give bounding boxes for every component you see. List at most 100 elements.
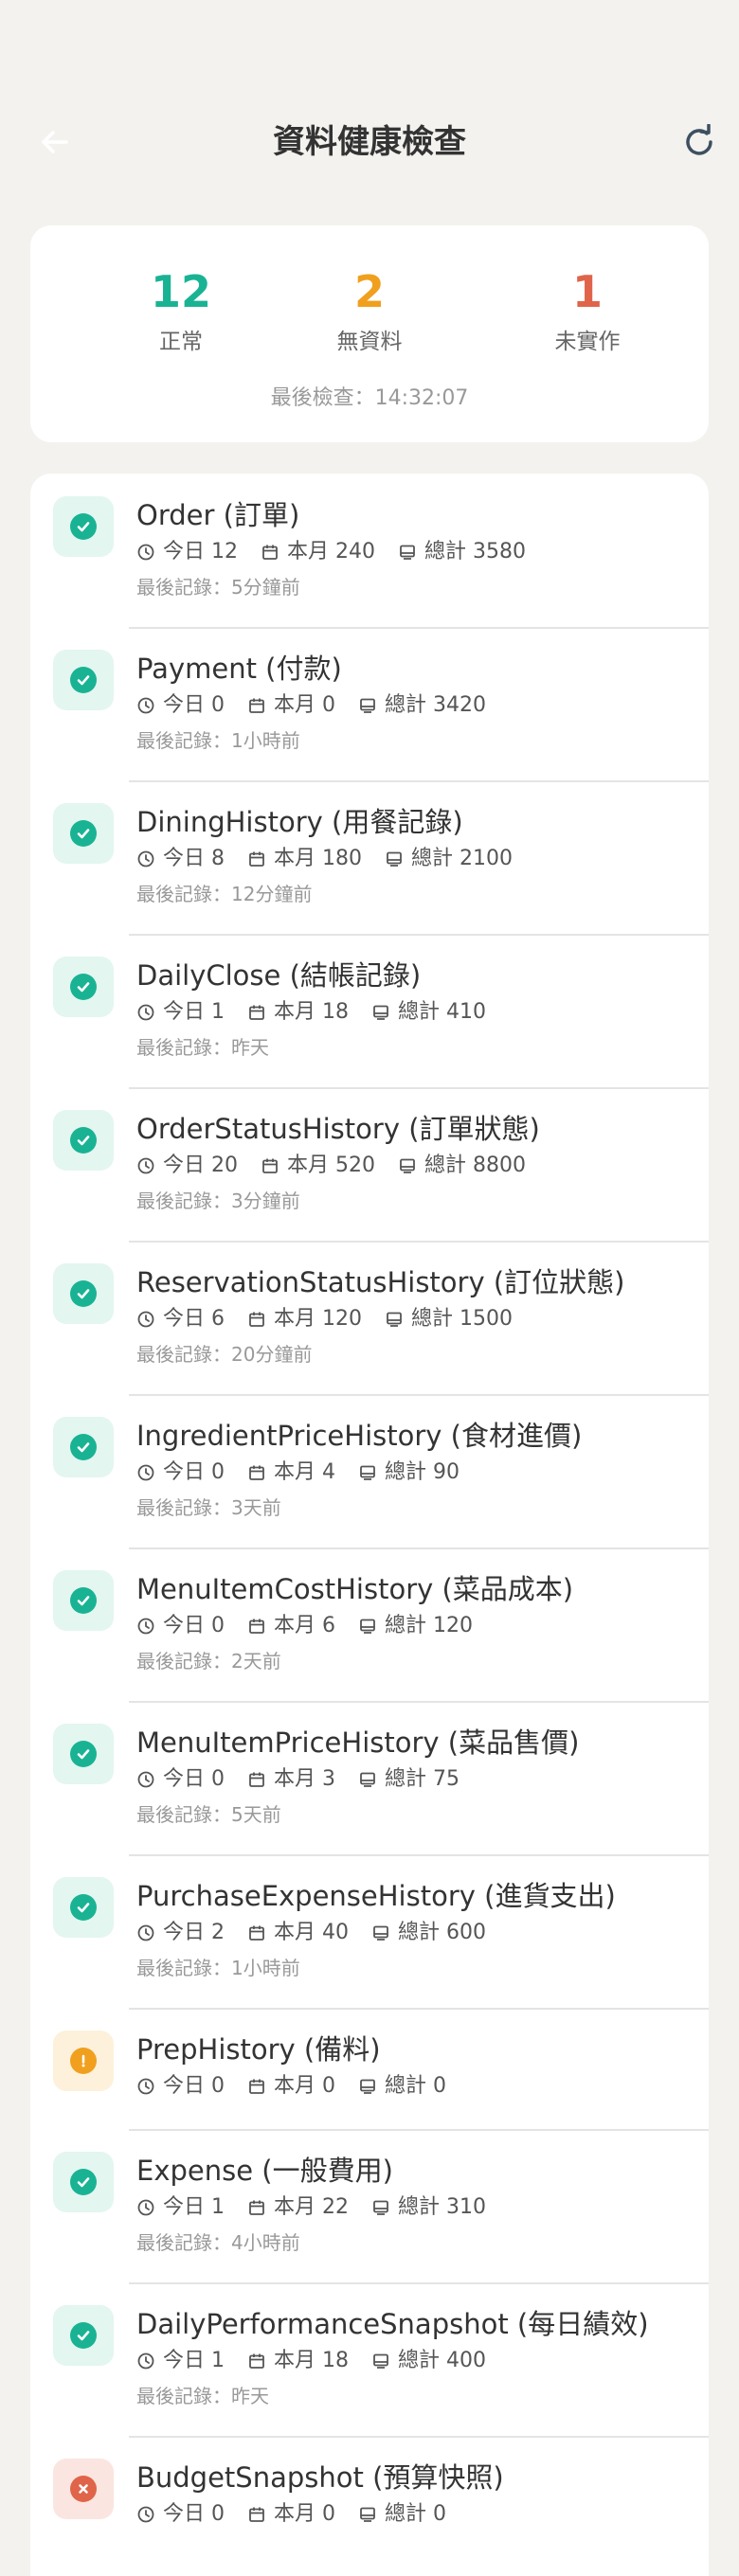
calendar-icon bbox=[249, 1005, 264, 1020]
database-icon bbox=[360, 1619, 375, 1634]
month-count: 本月 520 bbox=[287, 1154, 375, 1177]
item-title: Order (訂單) bbox=[136, 499, 300, 531]
calendar-icon bbox=[249, 1772, 264, 1787]
list-item[interactable]: Order (訂單) 今日 12 本月 240 總計 3580 最後記錄：5分鐘前 bbox=[30, 492, 709, 646]
stat-not-implemented-label: 未實作 bbox=[554, 330, 621, 354]
item-title: PrepHistory (備料) bbox=[136, 2033, 381, 2066]
check-circle-icon bbox=[70, 820, 97, 847]
database-icon bbox=[360, 2079, 375, 2094]
item-title: BudgetSnapshot (預算快照) bbox=[136, 2461, 504, 2494]
last-record: 最後記錄：12分鐘前 bbox=[136, 883, 313, 905]
last-record: 最後記錄：5分鐘前 bbox=[136, 576, 300, 599]
last-record: 最後記錄：4小時前 bbox=[136, 2231, 300, 2254]
today-count: 今日 8 bbox=[163, 847, 225, 870]
calendar-icon bbox=[262, 1158, 278, 1173]
list-item[interactable]: PurchaseExpenseHistory (進貨支出) 今日 2 本月 40 總計… bbox=[30, 1873, 709, 2027]
last-record: 最後記錄：5天前 bbox=[136, 1803, 281, 1826]
clock-icon bbox=[137, 2199, 154, 2216]
calendar-icon bbox=[249, 698, 264, 713]
calendar-icon bbox=[249, 1925, 264, 1941]
today-count: 今日 20 bbox=[163, 1154, 238, 1177]
month-count: 本月 0 bbox=[274, 693, 335, 717]
total-count: 總計 0 bbox=[385, 2074, 446, 2098]
month-count: 本月 0 bbox=[274, 2074, 335, 2098]
database-icon bbox=[373, 1925, 388, 1941]
clock-icon bbox=[137, 697, 154, 714]
divider bbox=[129, 2436, 709, 2438]
item-stats: 今日 0 本月 0 總計 0 bbox=[136, 2500, 469, 2529]
month-count: 本月 18 bbox=[274, 1000, 349, 1024]
today-count: 今日 0 bbox=[163, 1460, 225, 1484]
clock-icon bbox=[137, 1464, 154, 1481]
stat-no-data-value: 2 bbox=[353, 266, 385, 317]
item-stats: 今日 0 本月 4 總計 90 bbox=[136, 1458, 482, 1487]
clock-icon bbox=[137, 1311, 154, 1328]
warning-circle-icon bbox=[70, 2048, 97, 2074]
calendar-icon bbox=[249, 2200, 264, 2215]
list-item[interactable]: MenuItemPriceHistory (菜品售價) 今日 0 本月 3 總計 75… bbox=[30, 1720, 709, 1873]
item-stats: 今日 0 本月 3 總計 75 bbox=[136, 1765, 482, 1794]
today-count: 今日 0 bbox=[163, 693, 225, 717]
total-count: 總計 2100 bbox=[411, 847, 513, 870]
list-item[interactable]: PrepHistory (備料) 今日 0 本月 0 總計 0 bbox=[30, 2027, 709, 2148]
check-circle-icon bbox=[70, 513, 97, 540]
status-badge bbox=[53, 2305, 114, 2366]
calendar-icon bbox=[262, 545, 278, 560]
month-count: 本月 180 bbox=[274, 847, 362, 870]
list-item[interactable]: ReservationStatusHistory (訂位狀態) 今日 6 本月 12… bbox=[30, 1260, 709, 1413]
check-circle-icon bbox=[70, 667, 97, 693]
item-title: IngredientPriceHistory (食材進價) bbox=[136, 1420, 583, 1452]
check-circle-icon bbox=[70, 1587, 97, 1614]
clock-icon bbox=[137, 1771, 154, 1788]
calendar-icon bbox=[249, 1619, 264, 1634]
status-badge bbox=[53, 1263, 114, 1324]
divider bbox=[129, 1087, 709, 1089]
divider bbox=[129, 934, 709, 936]
list-item[interactable]: BudgetSnapshot (預算快照) 今日 0 本月 0 總計 0 bbox=[30, 2455, 709, 2576]
item-stats: 今日 8 本月 180 總計 2100 bbox=[136, 845, 535, 873]
database-icon bbox=[373, 2200, 388, 2215]
check-circle-icon bbox=[70, 1280, 97, 1307]
last-record: 最後記錄：1小時前 bbox=[136, 1957, 300, 1979]
clock-icon bbox=[137, 1924, 154, 1941]
list-item[interactable]: OrderStatusHistory (訂單狀態) 今日 20 本月 520 總計 8… bbox=[30, 1106, 709, 1260]
check-circle-icon bbox=[70, 1434, 97, 1460]
divider bbox=[129, 1701, 709, 1703]
stat-not-implemented: 1 未實作 bbox=[493, 263, 682, 356]
item-stats: 今日 20 本月 520 總計 8800 bbox=[136, 1152, 549, 1180]
month-count: 本月 22 bbox=[274, 2195, 349, 2219]
calendar-icon bbox=[249, 2507, 264, 2522]
refresh-button[interactable] bbox=[678, 121, 720, 163]
item-title: OrderStatusHistory (訂單狀態) bbox=[136, 1113, 540, 1145]
check-circle-icon bbox=[70, 2169, 97, 2195]
list-item[interactable]: Expense (一般費用) 今日 1 本月 22 總計 310 最後記錄：4小時前 bbox=[30, 2148, 709, 2301]
error-circle-icon bbox=[70, 2476, 97, 2502]
database-icon bbox=[360, 1772, 375, 1787]
total-count: 總計 1500 bbox=[411, 1307, 513, 1331]
calendar-icon bbox=[249, 1465, 264, 1480]
total-count: 總計 600 bbox=[398, 1921, 486, 1944]
database-icon bbox=[373, 2353, 388, 2369]
list-item[interactable]: DailyClose (結帳記錄) 今日 1 本月 18 總計 410 最後記錄：昨天 bbox=[30, 953, 709, 1106]
item-stats: 今日 0 本月 6 總計 120 bbox=[136, 1612, 496, 1640]
list-item[interactable]: Payment (付款) 今日 0 本月 0 總計 3420 最後記錄：1小時前 bbox=[30, 646, 709, 799]
status-badge bbox=[53, 650, 114, 710]
total-count: 總計 410 bbox=[398, 1000, 486, 1024]
total-count: 總計 8800 bbox=[424, 1154, 526, 1177]
clock-icon bbox=[137, 850, 154, 868]
total-count: 總計 75 bbox=[385, 1767, 460, 1791]
check-circle-icon bbox=[70, 2322, 97, 2349]
status-badge bbox=[53, 2459, 114, 2519]
list-item[interactable]: DiningHistory (用餐記錄) 今日 8 本月 180 總計 2100 最後記… bbox=[30, 799, 709, 953]
list-item[interactable]: DailyPerformanceSnapshot (每日績效) 今日 1 本月 18… bbox=[30, 2301, 709, 2455]
calendar-icon bbox=[249, 2353, 264, 2369]
today-count: 今日 0 bbox=[163, 1767, 225, 1791]
month-count: 本月 4 bbox=[274, 1460, 335, 1484]
item-title: DailyPerformanceSnapshot (每日績效) bbox=[136, 2308, 649, 2340]
database-icon bbox=[360, 698, 375, 713]
list-item[interactable]: MenuItemCostHistory (菜品成本) 今日 0 本月 6 總計 120… bbox=[30, 1566, 709, 1720]
database-icon bbox=[360, 2507, 375, 2522]
last-record: 最後記錄：3天前 bbox=[136, 1496, 281, 1519]
list-item[interactable]: IngredientPriceHistory (食材進價) 今日 0 本月 4 總計 … bbox=[30, 1413, 709, 1566]
divider bbox=[129, 1394, 709, 1396]
